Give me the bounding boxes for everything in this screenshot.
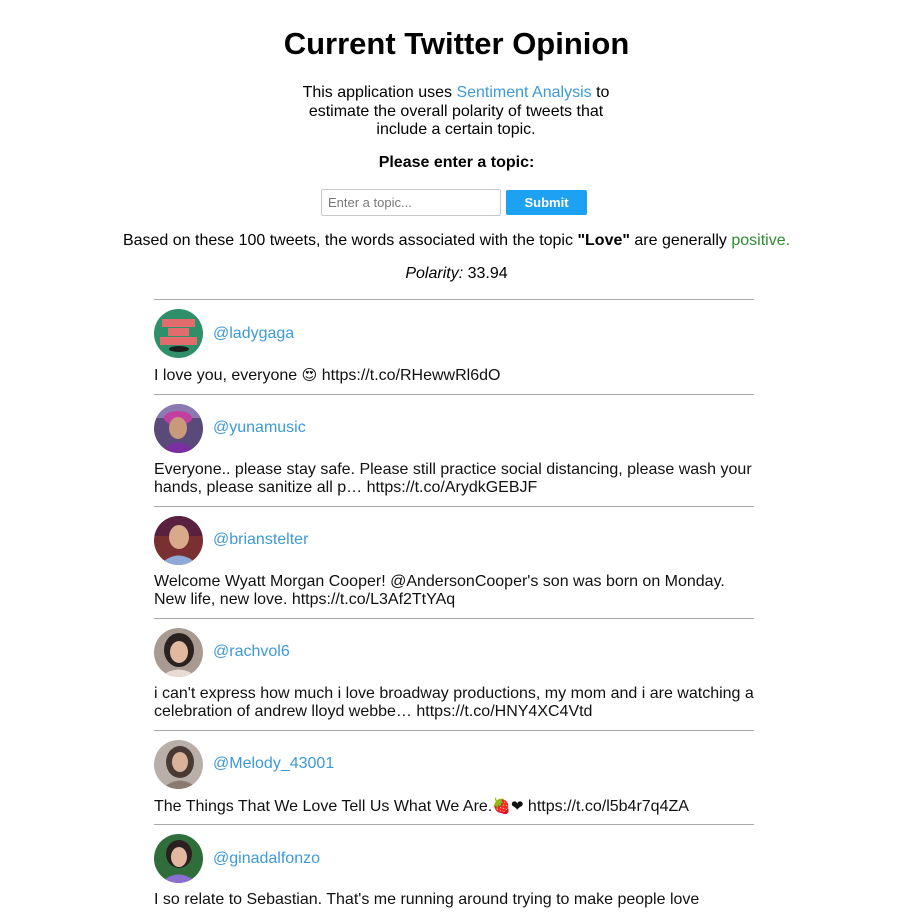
rachvol6-avatar[interactable] (154, 627, 203, 677)
yunamusic-avatar[interactable] (154, 403, 203, 453)
tweet-text: Everyone.. please stay safe. Please stil… (154, 460, 752, 497)
sentiment-label: positive. (731, 232, 791, 249)
tweet-handle[interactable]: @ladygaga (213, 325, 294, 343)
brianstelter-avatar[interactable] (154, 515, 203, 565)
tweet-handle[interactable]: @brianstelter (213, 531, 308, 549)
tweet-item: @yunamusic Everyone.. please stay safe. … (154, 393, 754, 506)
page-title: Current Twitter Opinion (283, 26, 630, 61)
strawberry-heart-emoji-icon: 🍓❤ (492, 796, 524, 815)
tweet-header: @yunamusic (154, 403, 754, 453)
ladygaga-avatar[interactable] (154, 309, 203, 358)
tweet-item: @brianstelter Welcome Wyatt Morgan Coope… (154, 505, 754, 618)
summary-topic: "Love" (577, 232, 630, 249)
tweet-text: I love you, everyone 😍 https://t.co/RHew… (154, 366, 754, 386)
tweet-header: @rachvol6 (154, 627, 754, 677)
tweet-handle[interactable]: @ginadalfonzo (213, 850, 320, 868)
page: Current Twitter Opinion This application… (0, 0, 913, 913)
tweet-link[interactable]: https://t.co/RHewwRl6dO (317, 367, 501, 384)
heart-eyes-emoji-icon: 😍 (301, 366, 318, 384)
tweet-text: Welcome Wyatt Morgan Cooper! @AndersonCo… (154, 572, 725, 609)
tweet-handle[interactable]: @Melody_43001 (213, 755, 334, 773)
intro-before-link: This application uses (302, 84, 457, 101)
polarity-line: Polarity: 33.94 (0, 265, 913, 283)
tweet-header: @brianstelter (154, 515, 754, 565)
tweet-text: The Things That We Love Tell Us What We … (154, 797, 754, 817)
topic-input[interactable] (321, 189, 501, 216)
tweet-header: @Melody_43001 (154, 739, 754, 789)
tweet-body: I love you, everyone (154, 367, 302, 384)
tweet-header: @ginadalfonzo (154, 834, 754, 883)
tweet-item: @ladygaga I love you, everyone 😍 https:/… (154, 299, 754, 394)
tweet-list: @ladygaga I love you, everyone 😍 https:/… (154, 299, 754, 918)
tweet-handle[interactable]: @yunamusic (213, 419, 306, 437)
summary-prefix: Based on these 100 tweets, the words ass… (122, 232, 578, 249)
sentiment-analysis-link[interactable]: Sentiment Analysis (456, 84, 591, 101)
tweet-text: i can't express how much i love broadway… (154, 684, 754, 721)
tweet-body: The Things That We Love Tell Us What We … (154, 797, 493, 815)
tweet-header: @ladygaga (154, 309, 754, 358)
tweet-item: @Melody_43001 The Things That We Love Te… (154, 729, 754, 825)
tweet-item: @ginadalfonzo I so relate to Sebastian. … (154, 824, 754, 918)
result-summary: Based on these 100 tweets, the words ass… (0, 232, 913, 250)
topic-prompt: Please enter a topic: (378, 154, 535, 171)
polarity-label: Polarity: (405, 265, 464, 282)
tweet-item: @rachvol6 i can't express how much i lov… (154, 617, 754, 730)
intro-text: This application uses Sentiment Analysis… (296, 84, 616, 140)
submit-button[interactable]: Submit (506, 190, 587, 215)
summary-middle: are generally (629, 232, 732, 249)
tweet-text: I so relate to Sebastian. That's me runn… (154, 891, 700, 908)
melody-avatar[interactable] (154, 739, 203, 789)
tweet-handle[interactable]: @rachvol6 (213, 643, 290, 661)
polarity-value: 33.94 (463, 265, 508, 282)
ginadalfonzo-avatar[interactable] (154, 834, 203, 883)
tweet-link[interactable]: https://t.co/l5b4r7q4ZA (523, 798, 689, 815)
